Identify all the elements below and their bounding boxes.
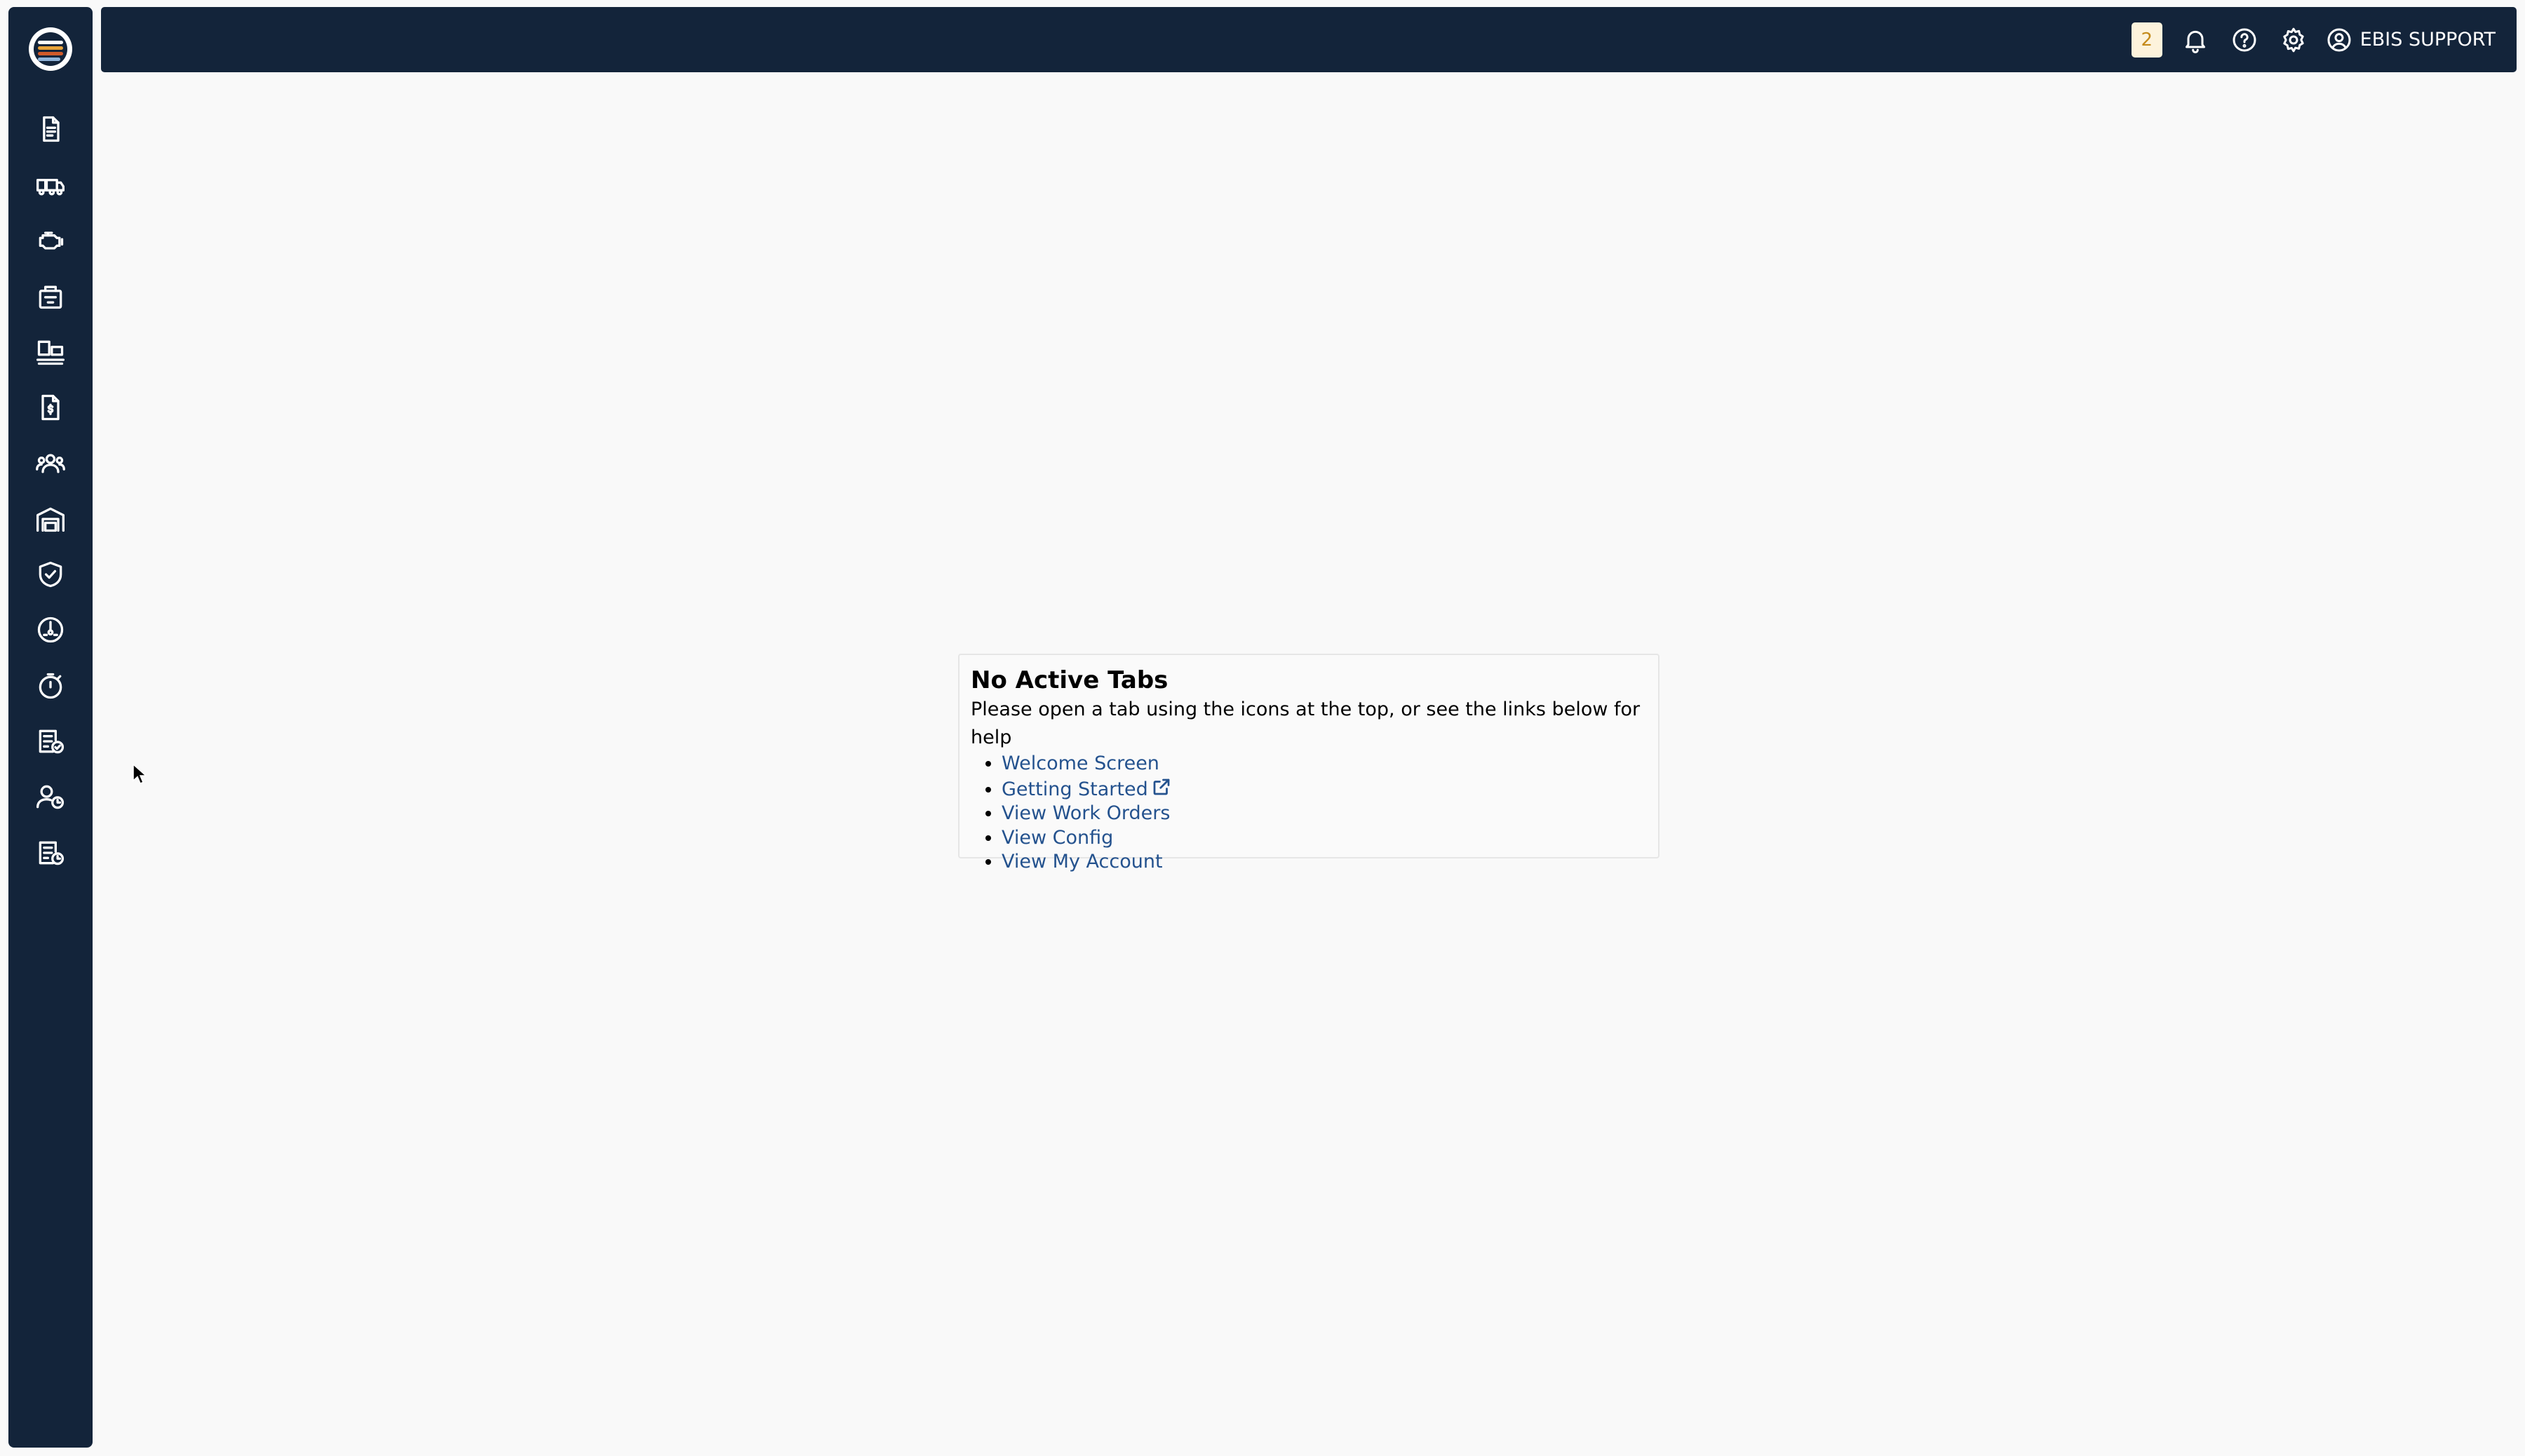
bell-icon <box>2185 30 2205 53</box>
sidebar-item-customers[interactable] <box>34 446 67 480</box>
parts-bag-icon <box>39 285 62 309</box>
inventory-icon <box>36 340 65 365</box>
invoice-icon <box>41 394 60 421</box>
getting-started-link[interactable]: Getting Started <box>1002 778 1148 800</box>
engine-icon <box>39 231 64 250</box>
view-work-orders-link[interactable]: View Work Orders <box>1002 802 1170 824</box>
gear-icon <box>2283 27 2304 52</box>
sidebar-item-user-schedule[interactable] <box>34 780 67 814</box>
view-my-account-link[interactable]: View My Account <box>1002 851 1163 872</box>
sidebar-item-inventory[interactable] <box>34 335 67 369</box>
panel-description: Please open a tab using the icons at the… <box>971 699 1641 748</box>
stopwatch-icon <box>39 673 62 699</box>
view-config-link[interactable]: View Config <box>1002 827 1113 849</box>
list-item: View My Account <box>1002 850 1647 875</box>
welcome-screen-link[interactable]: Welcome Screen <box>1002 753 1159 774</box>
mouse-cursor-icon <box>133 764 147 784</box>
list-item: View Config <box>1002 826 1647 851</box>
sidebar-item-engine[interactable] <box>34 224 67 257</box>
user-clock-icon <box>36 785 65 809</box>
list-item: Getting Started <box>1002 776 1647 802</box>
document-icon <box>43 116 60 142</box>
truck-icon <box>36 179 65 196</box>
help-icon <box>2233 28 2256 51</box>
users-icon <box>36 454 65 473</box>
user-menu[interactable]: EBIS SUPPORT <box>2325 26 2496 54</box>
sidebar-item-timer[interactable] <box>34 669 67 703</box>
sidebar-item-approved-list[interactable] <box>34 724 67 758</box>
sidebar-item-warranty[interactable] <box>34 558 67 591</box>
sidebar-item-diagnostics[interactable] <box>34 613 67 647</box>
sidebar-item-documents[interactable] <box>34 112 67 146</box>
help-links-list: Welcome Screen Getting Started View Work… <box>971 752 1647 875</box>
notifications-button[interactable] <box>2178 22 2213 58</box>
user-circle-icon <box>2327 28 2351 51</box>
sidebar-item-list-schedule[interactable] <box>34 836 67 870</box>
sidebar-item-invoices[interactable] <box>34 391 67 424</box>
panel-title: No Active Tabs <box>971 666 1169 694</box>
notification-count-badge[interactable]: 2 <box>2131 22 2162 58</box>
garage-icon <box>36 507 65 532</box>
list-check-icon <box>39 729 65 754</box>
list-clock-icon <box>39 841 65 865</box>
list-item: View Work Orders <box>1002 802 1647 826</box>
sidebar-item-trucks[interactable] <box>34 168 67 202</box>
external-link-icon[interactable] <box>1151 776 1172 797</box>
help-button[interactable] <box>2227 22 2262 58</box>
settings-button[interactable] <box>2276 22 2311 58</box>
sidebar <box>8 7 93 1448</box>
sidebar-item-parts[interactable] <box>34 279 67 313</box>
user-name: EBIS SUPPORT <box>2359 29 2496 50</box>
no-active-tabs-panel: No Active Tabs Please open a tab using t… <box>958 654 1659 872</box>
top-bar: 2 EBIS SUPPORT <box>101 7 2517 72</box>
sidebar-item-facility[interactable] <box>34 502 67 536</box>
gauge-icon <box>37 616 64 643</box>
shield-check-icon <box>39 561 62 588</box>
list-item: Welcome Screen <box>1002 752 1647 776</box>
app-logo[interactable] <box>29 27 72 71</box>
